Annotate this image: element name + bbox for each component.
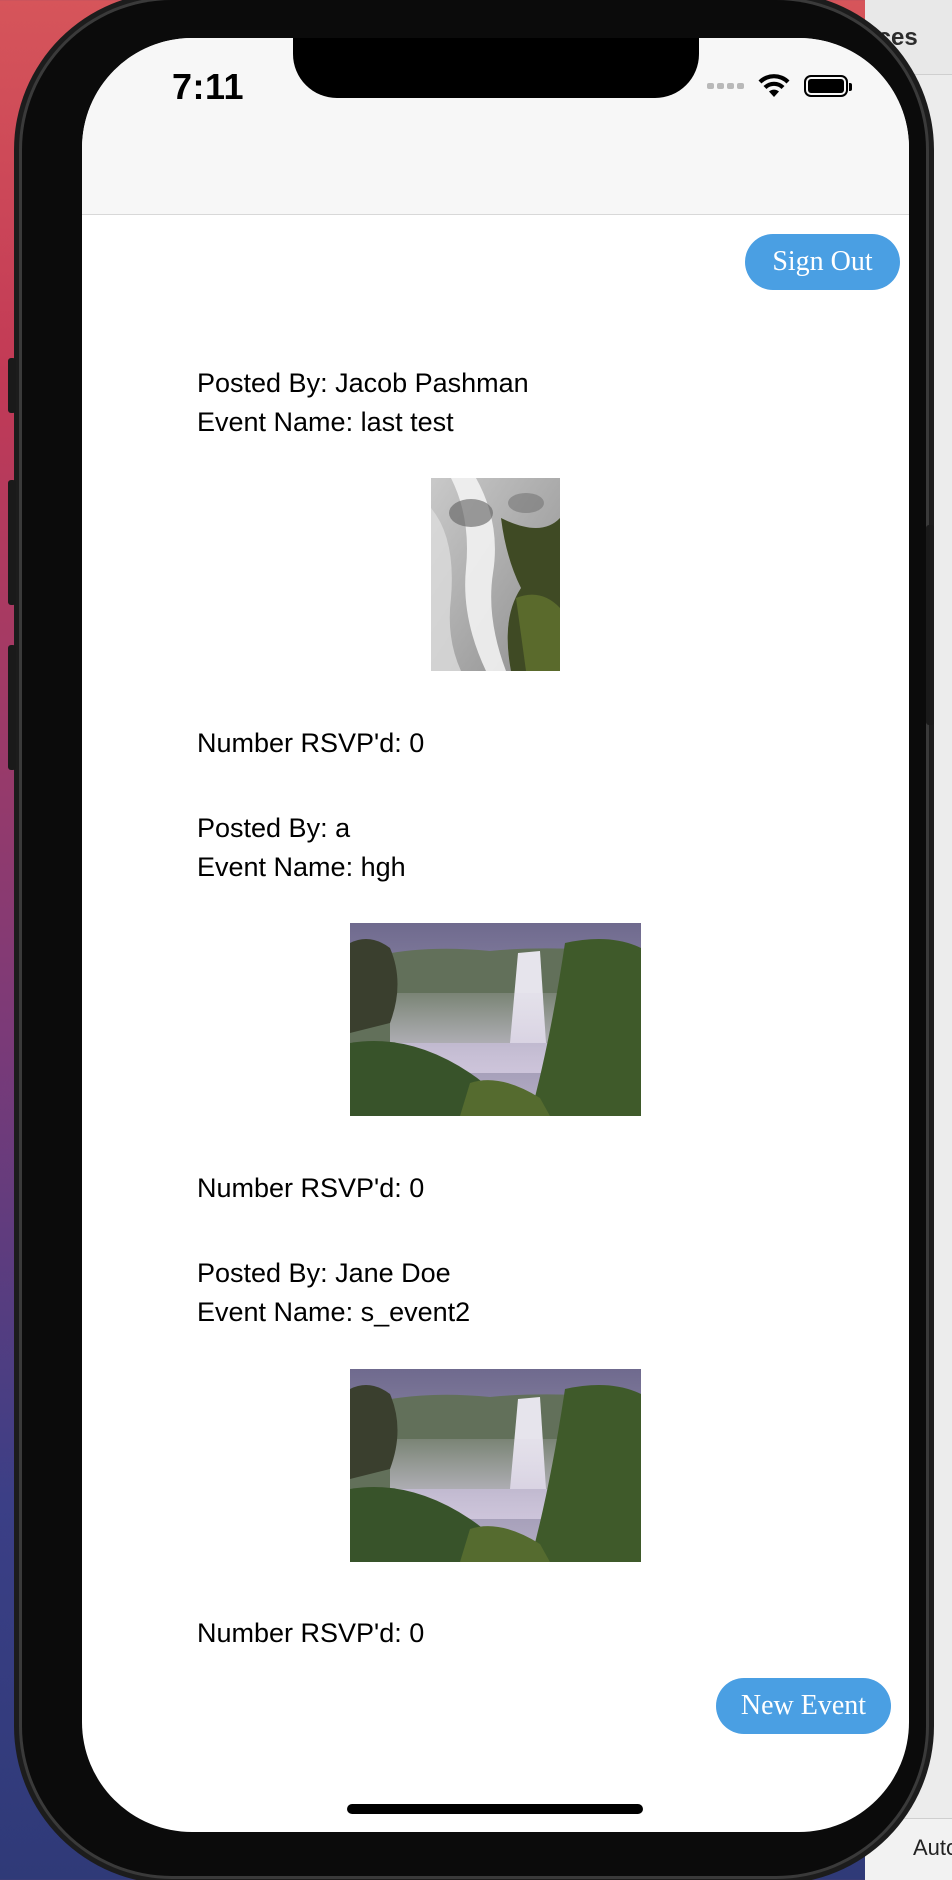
new-event-button[interactable]: New Event [716,1678,891,1734]
event-rsvp-count: Number RSVP'd: 0 [197,1618,425,1648]
cellular-signal-icon [707,83,744,89]
wifi-icon [758,74,790,97]
sign-out-button[interactable]: Sign Out [745,234,900,290]
event-rsvp-count: Number RSVP'd: 0 [197,728,425,758]
volume-up-button [8,480,16,605]
app-screen: 7:11 Sign Out Posted By: Jacob Pashman E… [82,38,909,1832]
event-image [350,1369,641,1562]
mute-switch [8,358,16,413]
volume-down-button [8,645,16,770]
event-name: Event Name: hgh [197,852,406,882]
event-name: Event Name: s_event2 [197,1297,471,1327]
event-image [431,478,560,671]
home-indicator[interactable] [347,1804,643,1814]
status-bar: 7:11 [82,38,909,215]
status-time: 7:11 [172,66,245,107]
notch [293,38,699,98]
event-posted-by: Posted By: a [197,813,351,843]
event-image [350,923,641,1116]
status-icons [707,72,852,100]
event-rsvp-count: Number RSVP'd: 0 [197,1173,425,1203]
power-button [926,525,934,725]
event-posted-by: Posted By: Jacob Pashman [197,368,529,398]
phone-frame: 7:11 Sign Out Posted By: Jacob Pashman E… [8,0,934,1876]
event-name: Event Name: last test [197,407,454,437]
background-window-footer-label: Auto [913,1835,952,1860]
battery-icon [804,75,852,97]
event-posted-by: Posted By: Jane Doe [197,1258,451,1288]
